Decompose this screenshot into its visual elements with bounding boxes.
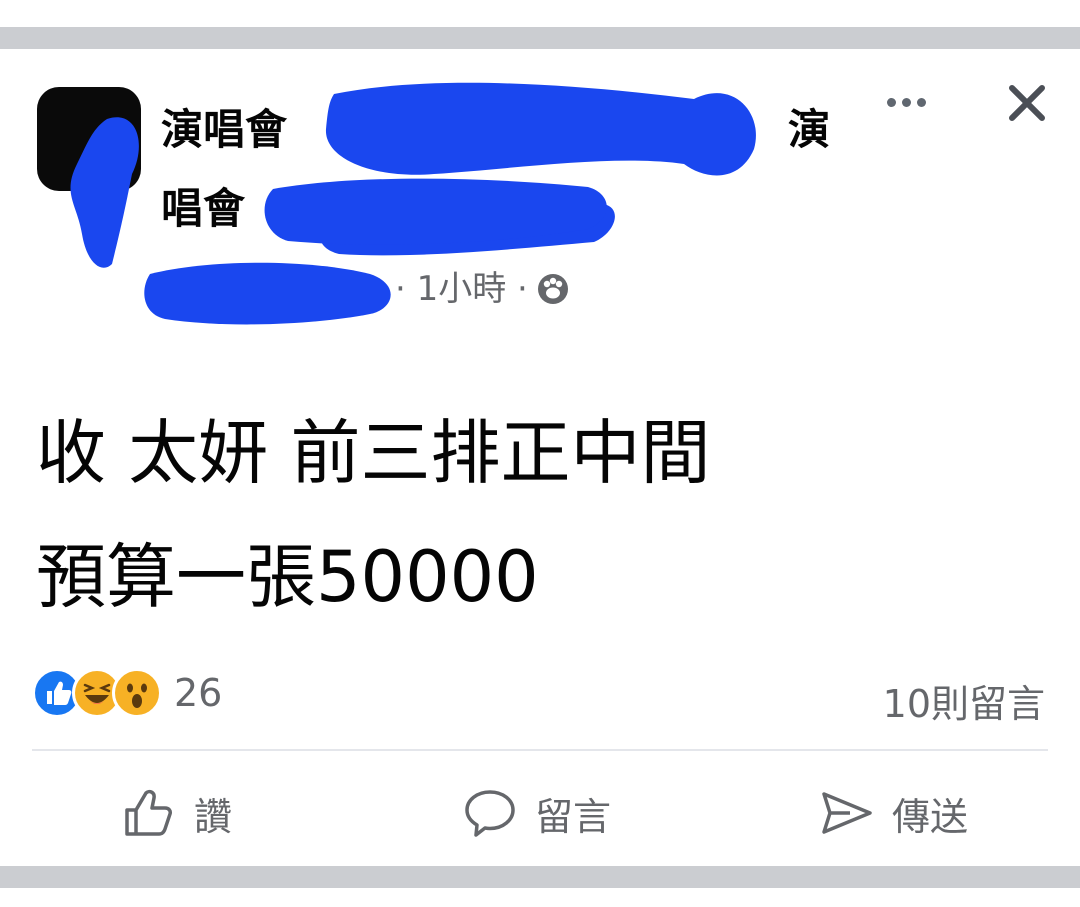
- comment-count[interactable]: 10則留言: [883, 673, 1045, 728]
- comment-button[interactable]: 留言: [463, 785, 611, 841]
- reactions-summary[interactable]: 26: [32, 668, 223, 718]
- page: 演唱會 演 唱會 · 1小時 · 收 太妍 前三排正中間 預算一張50000 2…: [0, 0, 1080, 907]
- divider: [32, 749, 1048, 751]
- send-label: 傳送: [892, 794, 969, 839]
- more-icon-dot: [916, 97, 926, 107]
- globe-icon: [537, 274, 568, 304]
- more-options-button[interactable]: [880, 84, 932, 120]
- comment-label: 留言: [535, 794, 612, 839]
- post-line-1: 收 太妍 前三排正中間: [36, 412, 711, 494]
- comment-bubble-icon: [465, 790, 515, 837]
- avatar-redaction: [70, 117, 139, 268]
- group-name-line1[interactable]: 演唱會: [161, 109, 287, 151]
- reaction-count: 26: [174, 671, 223, 715]
- send-icon: [822, 792, 872, 834]
- group-name-trailing[interactable]: 演: [788, 109, 830, 151]
- post-card: 演唱會 演 唱會 · 1小時 · 收 太妍 前三排正中間 預算一張50000 2…: [0, 49, 1080, 866]
- group-name-line2[interactable]: 唱會: [161, 188, 245, 230]
- feed-separator-top: [0, 27, 1080, 49]
- wow-icon: [112, 668, 162, 718]
- like-button[interactable]: 讚: [122, 785, 232, 841]
- like-label: 讚: [194, 794, 233, 839]
- close-icon[interactable]: [1000, 76, 1054, 130]
- post-meta: · 1小時 ·: [395, 272, 570, 306]
- thumbs-up-icon: [125, 789, 172, 836]
- feed-separator-bottom: [0, 866, 1080, 888]
- post-body: 收 太妍 前三排正中間 預算一張50000: [36, 391, 711, 639]
- more-icon-dot: [901, 97, 911, 107]
- name-redaction-2: [264, 178, 607, 245]
- poster-name-redaction: [144, 262, 391, 325]
- post-time[interactable]: · 1小時 ·: [395, 272, 528, 306]
- post-line-2: 預算一張50000: [36, 536, 539, 618]
- more-icon: [886, 97, 896, 107]
- send-button[interactable]: 傳送: [820, 785, 968, 841]
